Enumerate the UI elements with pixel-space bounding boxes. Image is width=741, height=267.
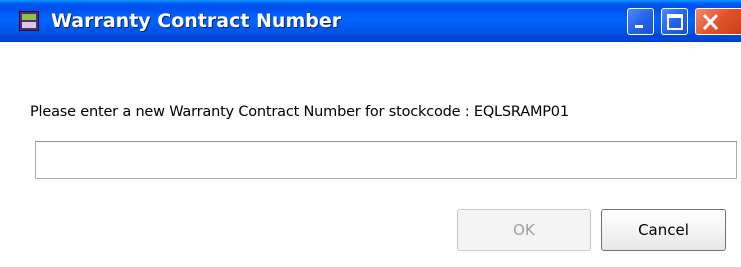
- window-title: Warranty Contract Number: [51, 10, 342, 32]
- ok-button[interactable]: OK: [457, 209, 591, 251]
- warranty-contract-number-input[interactable]: [35, 141, 737, 179]
- prompt-label: Please enter a new Warranty Contract Num…: [30, 104, 569, 120]
- maximize-button[interactable]: [661, 8, 688, 35]
- cancel-button[interactable]: Cancel: [601, 209, 726, 251]
- close-icon: [702, 13, 719, 31]
- title-bar[interactable]: Warranty Contract Number: [0, 0, 741, 42]
- minimize-button[interactable]: [627, 8, 654, 35]
- close-button[interactable]: [695, 8, 741, 35]
- minimize-icon: [635, 25, 643, 28]
- dialog-app-icon: [19, 11, 39, 31]
- warranty-contract-dialog: Warranty Contract Number Please enter a …: [0, 0, 741, 267]
- maximize-icon: [667, 14, 683, 30]
